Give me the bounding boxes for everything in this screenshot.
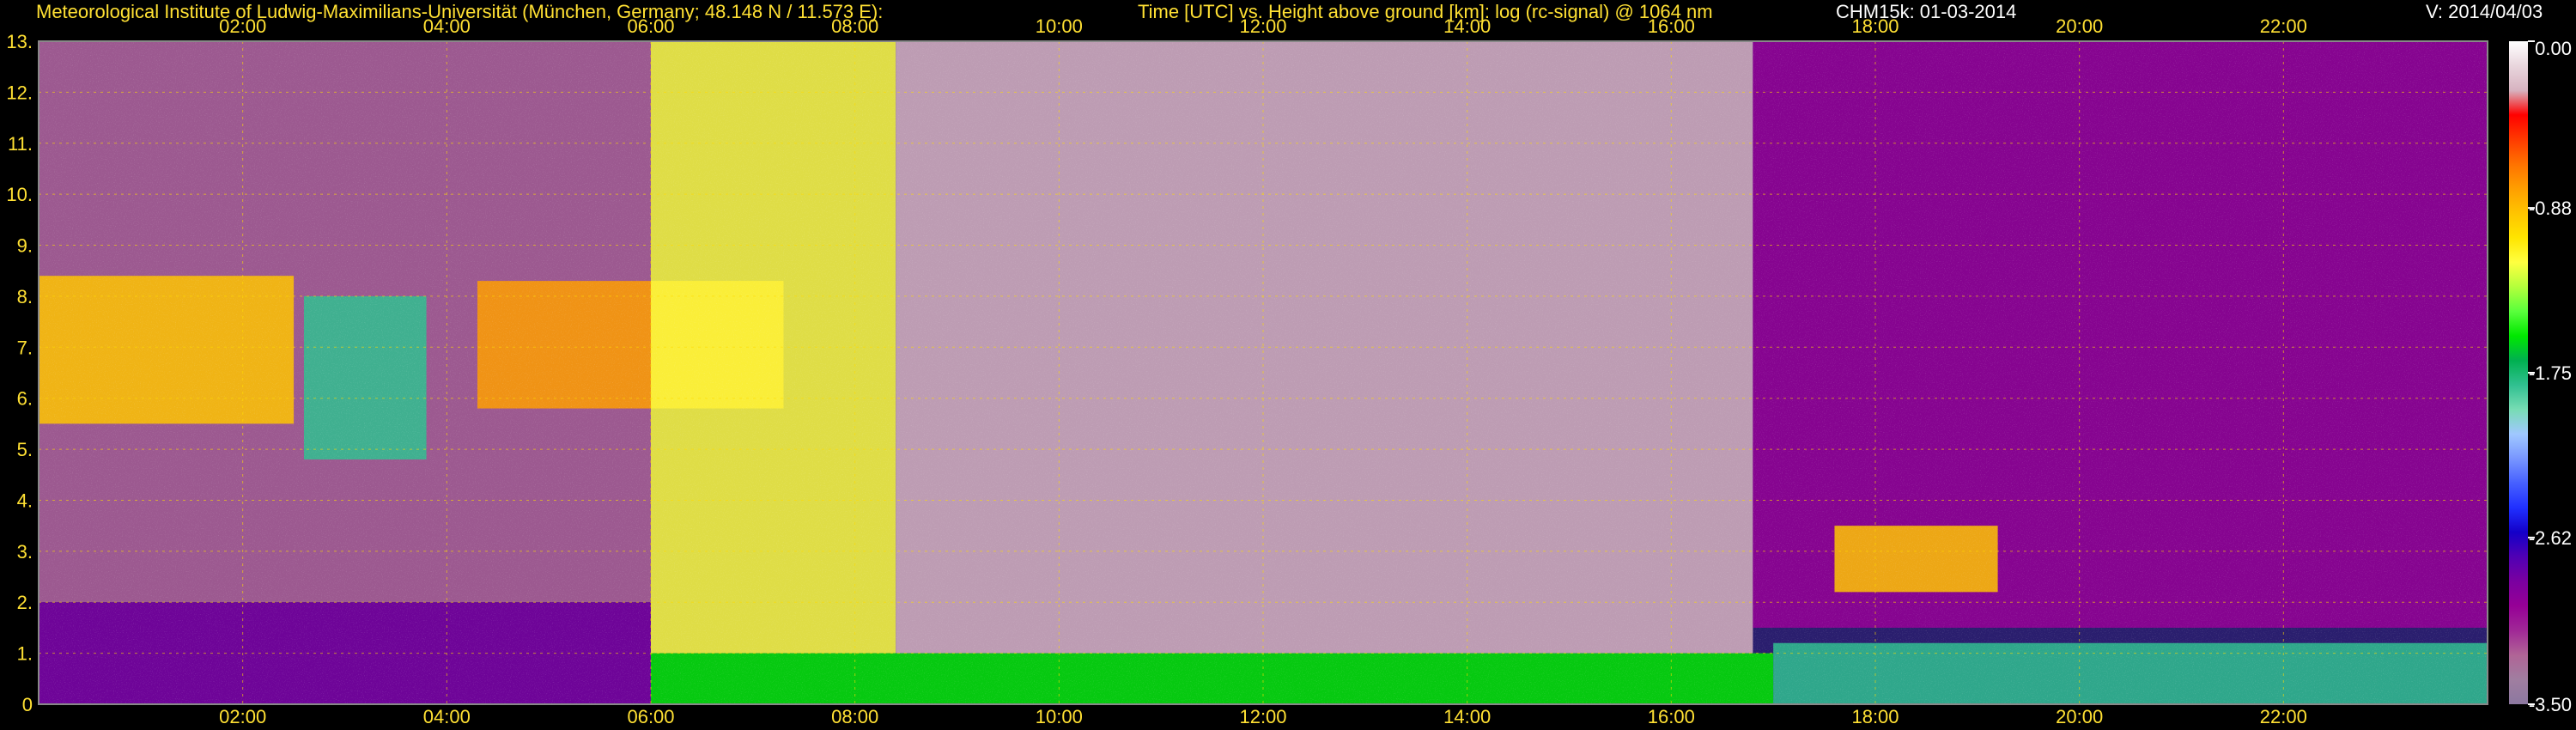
x-tick-label-bottom: 10:00 — [1036, 706, 1083, 727]
x-tick-label-top: 18:00 — [1851, 15, 1899, 37]
colorbar-tick-label: 0.00 — [2535, 38, 2572, 59]
x-tick-label-bottom: 04:00 — [423, 706, 471, 727]
y-tick-label: 11. — [8, 133, 33, 155]
y-tick-label: 4. — [17, 490, 33, 511]
x-tick-label-bottom: 16:00 — [1648, 706, 1695, 727]
y-tick-label: 10. — [6, 184, 33, 205]
x-tick-label-top: 14:00 — [1443, 15, 1491, 37]
x-tick-label-bottom: 06:00 — [627, 706, 674, 727]
x-tick-label-bottom: 22:00 — [2260, 706, 2307, 727]
x-tick-label-top: 12:00 — [1239, 15, 1286, 37]
y-tick-label: 6. — [17, 388, 33, 410]
x-tick-label-bottom: 20:00 — [2056, 706, 2103, 727]
y-tick-label: 1. — [17, 643, 33, 665]
x-tick-label-top: 10:00 — [1036, 15, 1083, 37]
y-tick-label: 7. — [17, 337, 33, 358]
y-tick-label: 9. — [17, 235, 33, 257]
y-tick-label: 12. — [6, 82, 33, 103]
x-tick-label-top: 02:00 — [219, 15, 266, 37]
x-tick-label-bottom: 08:00 — [831, 706, 878, 727]
x-tick-label-top: 16:00 — [1648, 15, 1695, 37]
y-tick-label: 13. — [6, 31, 33, 52]
y-tick-label: 2. — [17, 592, 33, 613]
y-tick-label: 5. — [17, 439, 33, 460]
x-tick-label-bottom: 18:00 — [1851, 706, 1899, 727]
colorbar — [2509, 41, 2528, 704]
x-tick-label-top: 08:00 — [831, 15, 878, 37]
colorbar-tick-label: -1.75 — [2529, 362, 2572, 384]
x-tick-label-top: 06:00 — [627, 15, 674, 37]
colorbar-tick-label: -3.50 — [2529, 694, 2572, 715]
y-tick-label: 0 — [22, 694, 33, 715]
x-tick-label-bottom: 12:00 — [1239, 706, 1286, 727]
x-tick-label-top: 04:00 — [423, 15, 471, 37]
x-tick-label-top: 22:00 — [2260, 15, 2307, 37]
lidar-chart: 02:00 02:00 04:00 04:00 06:00 06:00 08:00 08:00… — [6, 15, 2572, 727]
colorbar-tick-label: -0.88 — [2529, 198, 2572, 219]
x-tick-label-top: 20:00 — [2056, 15, 2103, 37]
x-tick-label-bottom: 02:00 — [219, 706, 266, 727]
y-tick-label: 8. — [17, 286, 33, 307]
x-tick-label-bottom: 14:00 — [1443, 706, 1491, 727]
y-tick-label: 3. — [17, 541, 33, 563]
colorbar-tick-label: -2.62 — [2529, 527, 2572, 549]
